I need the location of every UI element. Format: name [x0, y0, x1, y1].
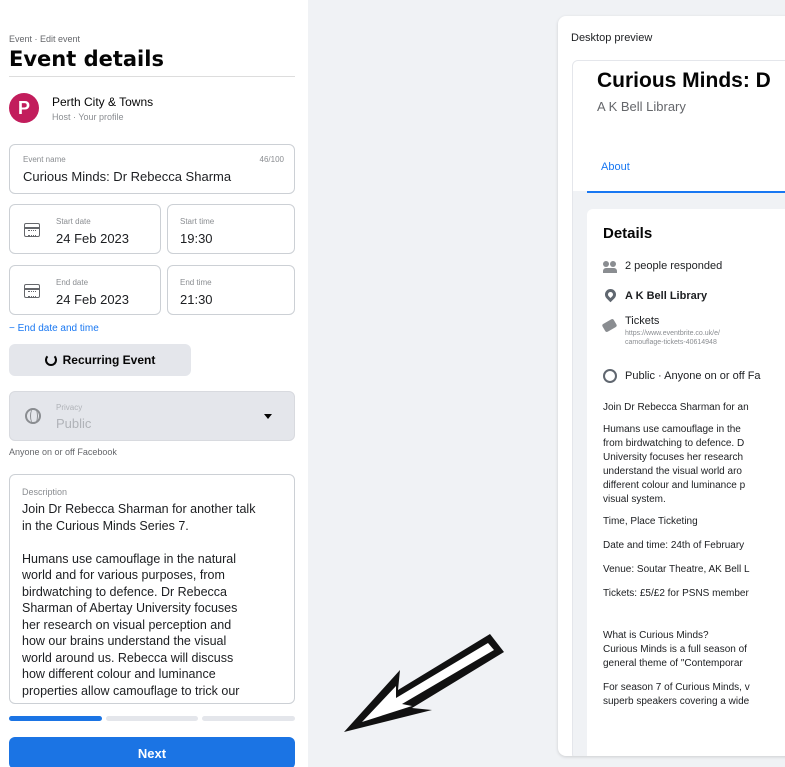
- paragraph: Time, Place Ticketing: [603, 516, 698, 527]
- paragraph: Join Dr Rebecca Sharman for an: [603, 402, 749, 413]
- calendar-icon: [24, 223, 40, 237]
- paragraph: For season 7 of Curious Minds, v: [603, 682, 750, 693]
- privacy-select[interactable]: Privacy Public: [9, 391, 295, 441]
- end-time-label: End time: [180, 278, 212, 287]
- progress-segment: [9, 716, 102, 721]
- end-date-field[interactable]: End date 24 Feb 2023: [9, 265, 161, 315]
- paragraph: Curious Minds is a full season of: [603, 644, 747, 655]
- breadcrumb: Event · Edit event: [9, 34, 81, 44]
- paragraph: visual system.: [603, 494, 666, 505]
- paragraph: Humans use camouflage in the: [603, 424, 741, 435]
- preview-label: Desktop preview: [571, 32, 653, 44]
- step-progress: [9, 716, 296, 721]
- description-field[interactable]: Description Join Dr Rebecca Sharman for …: [9, 474, 295, 704]
- globe-icon: [603, 369, 617, 383]
- preview-frame: Curious Minds: D A K Bell Library About …: [572, 60, 785, 756]
- event-name-field[interactable]: Event name 46/100 Curious Minds: Dr Rebe…: [9, 144, 295, 194]
- public-text: Public · Anyone on or off Fa: [625, 370, 761, 382]
- recurring-event-label: Recurring Event: [62, 353, 156, 367]
- description-label: Description: [22, 487, 68, 497]
- location-pin-icon: [602, 286, 619, 303]
- preview-location: A K Bell Library: [597, 99, 686, 114]
- avatar[interactable]: P: [9, 93, 39, 123]
- start-time-value: 19:30: [180, 231, 213, 246]
- tab-about[interactable]: About: [601, 161, 630, 173]
- start-time-field[interactable]: Start time 19:30: [167, 204, 295, 254]
- event-name-value: Curious Minds: Dr Rebecca Sharma: [23, 169, 232, 184]
- privacy-label: Privacy: [56, 403, 83, 412]
- ticket-icon: [601, 318, 618, 333]
- end-time-value: 21:30: [180, 292, 213, 307]
- recurring-event-button[interactable]: Recurring Event: [9, 344, 191, 376]
- start-date-label: Start date: [56, 217, 91, 226]
- desktop-preview-panel: Desktop preview Curious Minds: D A K Bel…: [558, 16, 785, 756]
- host-subtitle: Host · Your profile: [52, 112, 124, 122]
- responded-text: 2 people responded: [625, 260, 723, 272]
- tickets-url[interactable]: camouflage-tickets-40614948: [625, 338, 717, 347]
- paragraph: University focuses her research: [603, 452, 744, 463]
- paragraph: from birdwatching to defence. D: [603, 438, 745, 449]
- details-card: Details 2 people responded A K Bell Libr…: [587, 209, 785, 756]
- paragraph: Date and time: 24th of February: [603, 540, 745, 551]
- progress-segment: [202, 716, 296, 721]
- char-counter: 46/100: [259, 155, 284, 164]
- end-date-value: 24 Feb 2023: [56, 292, 130, 307]
- venue-text: A K Bell Library: [625, 290, 708, 302]
- paragraph: superb speakers covering a wide: [603, 696, 750, 707]
- details-title: Details: [603, 225, 653, 242]
- tab-underline: [587, 191, 785, 193]
- paragraph: Venue: Soutar Theatre, AK Bell L: [603, 564, 750, 575]
- preview-header: Curious Minds: D A K Bell Library About: [573, 61, 785, 191]
- event-name-label: Event name: [23, 155, 66, 164]
- host-name: Perth City & Towns: [52, 95, 154, 109]
- paragraph: What is Curious Minds?: [603, 630, 709, 641]
- calendar-icon: [24, 284, 40, 298]
- preview-event-title: Curious Minds: D: [597, 69, 771, 92]
- people-icon: [603, 259, 617, 273]
- event-details-panel: Event · Edit event Event details P Perth…: [0, 0, 308, 767]
- end-time-field[interactable]: End time 21:30: [167, 265, 295, 315]
- privacy-value: Public: [56, 416, 92, 431]
- description-text: Join Dr Rebecca Sharman for another talk…: [22, 502, 256, 698]
- end-date-time-link[interactable]: − End date and time: [9, 323, 99, 334]
- arrow-annotation: [344, 634, 504, 732]
- privacy-help-text: Anyone on or off Facebook: [9, 447, 117, 457]
- paragraph: understand the visual world aro: [603, 466, 742, 477]
- start-date-field[interactable]: Start date 24 Feb 2023: [9, 204, 161, 254]
- divider: [9, 76, 295, 77]
- tickets-url[interactable]: https://www.eventbrite.co.uk/e/: [625, 329, 720, 338]
- paragraph: different colour and luminance p: [603, 480, 746, 491]
- tickets-label: Tickets: [625, 315, 660, 327]
- page-title: Event details: [9, 47, 164, 71]
- refresh-icon: [44, 354, 57, 366]
- globe-icon: [25, 408, 41, 424]
- start-date-value: 24 Feb 2023: [56, 231, 130, 246]
- paragraph: Tickets: £5/£2 for PSNS member: [603, 588, 749, 599]
- end-date-label: End date: [56, 278, 89, 287]
- chevron-down-icon: [264, 414, 272, 419]
- paragraph: general theme of "Contemporar: [603, 658, 743, 669]
- next-button[interactable]: Next: [9, 737, 295, 767]
- progress-segment: [105, 716, 199, 721]
- start-time-label: Start time: [180, 217, 215, 226]
